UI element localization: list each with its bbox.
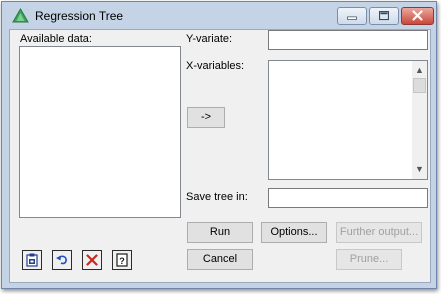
minimize-button[interactable]	[337, 7, 367, 25]
y-variate-input[interactable]	[268, 30, 428, 50]
further-output-button[interactable]: Further output...	[336, 222, 422, 243]
scroll-thumb[interactable]	[413, 78, 426, 93]
save-tree-input[interactable]	[268, 188, 428, 208]
cancel-button[interactable]: Cancel	[187, 249, 253, 270]
maximize-icon	[379, 11, 389, 21]
undo-icon	[56, 255, 67, 265]
available-data-label: Available data:	[20, 33, 92, 45]
svg-text:?: ?	[119, 256, 125, 266]
clear-button[interactable]	[82, 250, 102, 270]
title-bar[interactable]: Regression Tree	[2, 2, 436, 30]
app-tree-icon	[12, 8, 29, 23]
help-button[interactable]: ?	[112, 250, 132, 270]
dialog-window: Regression Tree Available data: Y-variat…	[1, 1, 437, 289]
x-variables-list[interactable]: ▲ ▼	[268, 60, 428, 180]
clipboard-button[interactable]	[22, 250, 42, 270]
x-variables-label: X-variables:	[186, 60, 245, 72]
prune-button[interactable]: Prune...	[336, 249, 402, 270]
clear-icon	[86, 254, 98, 266]
available-data-list[interactable]	[19, 46, 181, 218]
dialog-client-area: Available data: Y-variate: X-variables: …	[9, 29, 431, 283]
save-tree-label: Save tree in:	[186, 191, 248, 203]
close-icon	[412, 10, 423, 21]
run-button[interactable]: Run	[187, 222, 253, 243]
scroll-up-icon[interactable]: ▲	[412, 63, 427, 78]
minimize-icon	[347, 16, 357, 20]
maximize-button[interactable]	[369, 7, 399, 25]
add-to-x-variables-button[interactable]: ->	[187, 107, 225, 128]
options-button[interactable]: Options...	[261, 222, 327, 243]
scroll-down-icon[interactable]: ▼	[412, 162, 427, 177]
clipboard-icon	[26, 253, 38, 267]
window-title: Regression Tree	[35, 9, 124, 23]
y-variate-label: Y-variate:	[186, 33, 233, 45]
help-icon: ?	[116, 253, 128, 267]
undo-button[interactable]	[52, 250, 72, 270]
close-button[interactable]	[401, 7, 434, 25]
x-variables-scrollbar[interactable]: ▲ ▼	[412, 61, 427, 179]
